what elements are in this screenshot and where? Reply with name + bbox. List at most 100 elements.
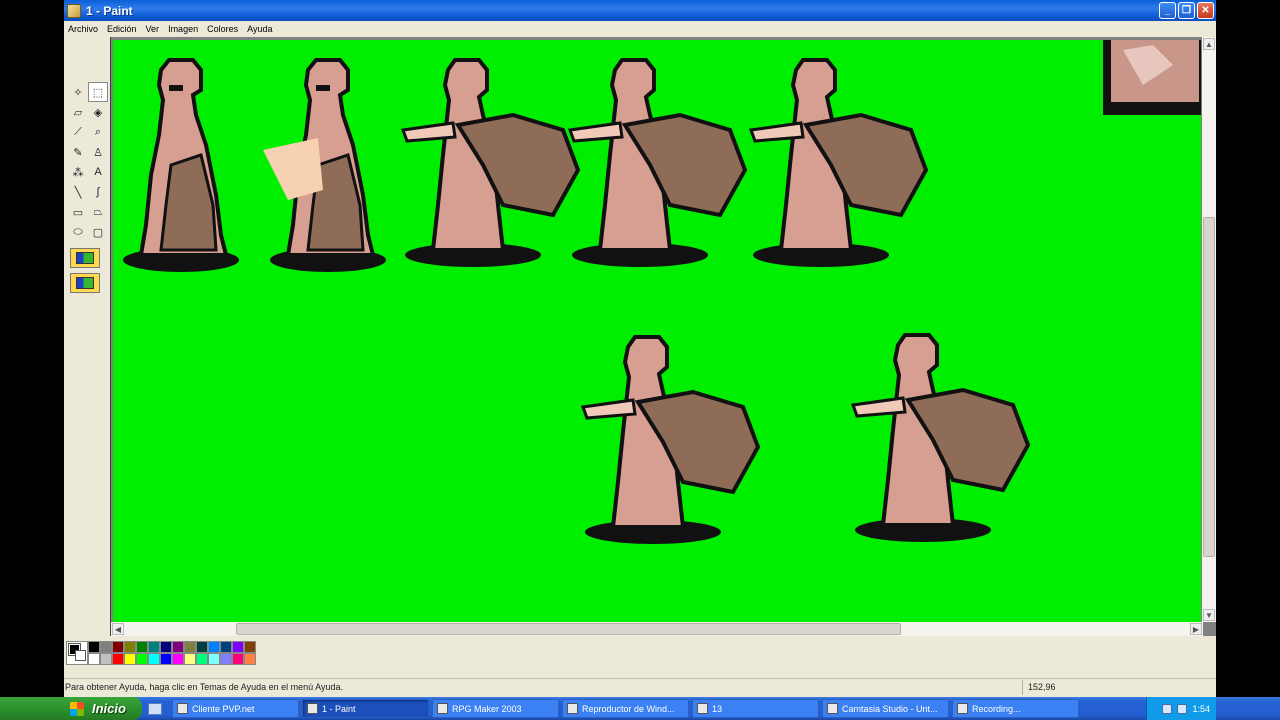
color-swatch[interactable]: [184, 653, 196, 665]
polygon-icon[interactable]: ⏢: [88, 202, 108, 222]
task-rpg-maker[interactable]: RPG Maker 2003: [432, 699, 559, 718]
color-swatch[interactable]: [124, 653, 136, 665]
menu-edicion[interactable]: Edición: [103, 24, 142, 34]
color-swatch[interactable]: [148, 653, 160, 665]
scroll-right-arrow[interactable]: ▶: [1190, 623, 1202, 635]
current-colors[interactable]: [66, 641, 88, 665]
color-swatch[interactable]: [232, 641, 244, 653]
minimize-button[interactable]: _: [1159, 2, 1176, 19]
clock: 1:54: [1192, 703, 1210, 714]
task-media-player[interactable]: Reproductor de Wind...: [562, 699, 689, 718]
line-icon[interactable]: ╲: [68, 182, 88, 202]
menu-ver[interactable]: Ver: [142, 24, 165, 34]
color-swatch[interactable]: [148, 641, 160, 653]
title-bar[interactable]: 1 - Paint _ ❐ ✕: [64, 0, 1216, 21]
magnifier-icon[interactable]: ⌕: [88, 122, 108, 142]
maximize-button[interactable]: ❐: [1178, 2, 1195, 19]
transparent-selection-option[interactable]: [70, 273, 100, 293]
brush-icon[interactable]: ♙: [88, 142, 108, 162]
horizontal-scrollbar[interactable]: ◀ ▶: [111, 622, 1203, 636]
background-color: [75, 650, 86, 661]
tray-icon[interactable]: [1162, 703, 1173, 714]
color-swatch[interactable]: [208, 641, 220, 653]
color-swatch[interactable]: [112, 653, 124, 665]
rectangle-icon[interactable]: ▭: [68, 202, 88, 222]
color-swatch[interactable]: [220, 641, 232, 653]
task-label: Recording...: [972, 703, 1021, 714]
color-swatch[interactable]: [196, 653, 208, 665]
sprite-frame: [581, 335, 760, 546]
task-paint[interactable]: 1 - Paint: [302, 699, 429, 718]
menu-bar: Archivo Edición Ver Imagen Colores Ayuda: [64, 21, 1216, 37]
app-icon: [437, 703, 448, 714]
menu-colores[interactable]: Colores: [203, 24, 243, 34]
app-icon: [177, 703, 188, 714]
sprite-frame: [401, 58, 580, 269]
tray-icon[interactable]: [1177, 703, 1188, 714]
partial-sprite: [1103, 40, 1201, 115]
color-swatch[interactable]: [136, 641, 148, 653]
sprite-sheet: [121, 40, 1201, 546]
vertical-scrollbar[interactable]: ▲ ▼: [1202, 37, 1216, 622]
start-label: Inicio: [92, 701, 126, 716]
rounded-rect-icon[interactable]: ▢: [88, 222, 108, 242]
window-title: 1 - Paint: [86, 3, 133, 18]
color-swatch[interactable]: [172, 653, 184, 665]
color-swatch[interactable]: [112, 641, 124, 653]
color-swatch[interactable]: [136, 653, 148, 665]
sprite-frame: [749, 58, 928, 269]
color-picker-icon[interactable]: ⟋: [68, 122, 88, 142]
text-icon[interactable]: A: [88, 162, 108, 182]
free-select-icon[interactable]: ✧: [68, 82, 88, 102]
scroll-up-arrow[interactable]: ▲: [1203, 38, 1215, 50]
color-swatch[interactable]: [160, 653, 172, 665]
menu-imagen[interactable]: Imagen: [164, 24, 203, 34]
task-label: RPG Maker 2003: [452, 703, 522, 714]
color-swatch[interactable]: [124, 641, 136, 653]
app-icon: [827, 703, 838, 714]
color-swatch[interactable]: [208, 653, 220, 665]
paint-icon: [307, 703, 318, 714]
eraser-icon[interactable]: ▱: [68, 102, 88, 122]
menu-ayuda[interactable]: Ayuda: [243, 24, 277, 34]
ellipse-icon[interactable]: ⬭: [68, 222, 88, 242]
rect-select-icon[interactable]: ⬚: [88, 82, 108, 102]
color-swatch[interactable]: [88, 653, 100, 665]
task-cliente-pvp[interactable]: Cliente PVP.net: [172, 699, 299, 718]
sprite-frame: [851, 333, 1030, 544]
menu-archivo[interactable]: Archivo: [64, 24, 103, 34]
color-swatch[interactable]: [232, 653, 244, 665]
recording-icon: [957, 703, 968, 714]
show-desktop-icon[interactable]: [148, 701, 170, 717]
color-swatch[interactable]: [100, 653, 112, 665]
color-swatch[interactable]: [220, 653, 232, 665]
drawing-canvas[interactable]: [113, 40, 1201, 622]
color-swatch[interactable]: [184, 641, 196, 653]
task-camtasia[interactable]: Camtasia Studio - Unt...: [822, 699, 949, 718]
color-swatch[interactable]: [172, 641, 184, 653]
start-button[interactable]: Inicio: [0, 697, 142, 720]
color-swatch[interactable]: [160, 641, 172, 653]
opaque-selection-option[interactable]: [70, 248, 100, 268]
airbrush-icon[interactable]: ⁂: [68, 162, 88, 182]
horizontal-scroll-thumb[interactable]: [236, 623, 901, 635]
vertical-scroll-thumb[interactable]: [1203, 217, 1215, 557]
color-swatch[interactable]: [88, 641, 100, 653]
curve-icon[interactable]: ∫: [88, 182, 108, 202]
pencil-icon[interactable]: ✎: [68, 142, 88, 162]
sprite-frame: [568, 58, 747, 269]
color-swatch[interactable]: [100, 641, 112, 653]
task-label: 1 - Paint: [322, 703, 356, 714]
close-button[interactable]: ✕: [1197, 2, 1214, 19]
task-recording[interactable]: Recording...: [952, 699, 1079, 718]
task-folder[interactable]: 13: [692, 699, 819, 718]
fill-bucket-icon[interactable]: ◈: [88, 102, 108, 122]
color-swatch[interactable]: [196, 641, 208, 653]
color-swatch[interactable]: [244, 653, 256, 665]
taskbar: Inicio Cliente PVP.net 1 - Paint RPG Mak…: [0, 697, 1280, 720]
scroll-left-arrow[interactable]: ◀: [112, 623, 124, 635]
task-label: 13: [712, 703, 723, 714]
task-label: Cliente PVP.net: [192, 703, 255, 714]
color-swatch[interactable]: [244, 641, 256, 653]
scroll-down-arrow[interactable]: ▼: [1203, 609, 1215, 621]
